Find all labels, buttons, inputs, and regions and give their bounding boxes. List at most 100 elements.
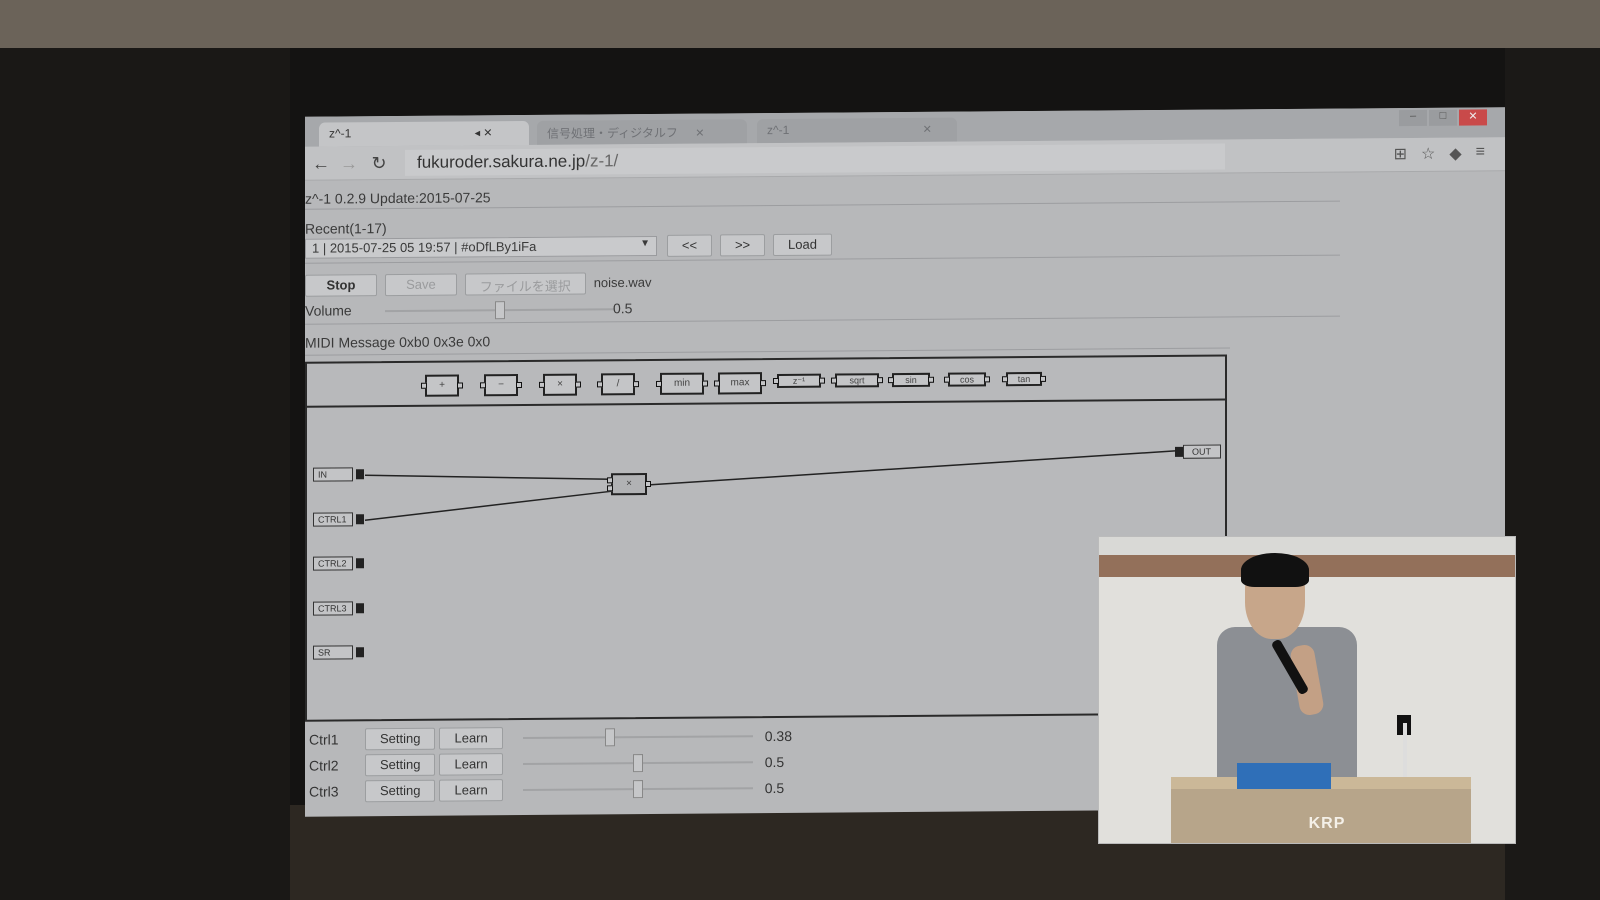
learn-button[interactable]: Learn — [439, 753, 503, 776]
url-host: fukuroder.sakura.ne.jp — [417, 151, 586, 172]
slider-thumb[interactable] — [632, 754, 643, 773]
maximize-icon[interactable]: □ — [1429, 109, 1457, 126]
reload-icon[interactable]: ↻ — [367, 152, 391, 174]
ctrl-value: 0.5 — [764, 779, 785, 797]
ctrl-value: 0.38 — [764, 727, 792, 745]
recent-select[interactable]: 1 | 2015-07-25 05 19:57 | #oDfLBy1iFa ▼ — [305, 235, 657, 259]
ctrl-slider[interactable] — [522, 780, 753, 799]
slider-thumb[interactable] — [632, 780, 643, 799]
wire-in-to-mul — [364, 474, 612, 481]
close-icon[interactable]: ◂ ✕ — [475, 127, 493, 139]
file-name: noise.wav — [593, 274, 652, 291]
address-bar[interactable]: fukuroder.sakura.ne.jp/z-1/ — [405, 143, 1225, 176]
file-row: Stop Save ファイルを選択 noise.wav — [305, 272, 652, 297]
tab-z-1[interactable]: z^-1 ◂ ✕ — [319, 120, 529, 147]
tab-title: z^-1 — [767, 122, 790, 138]
control-rows: Ctrl1 Setting Learn 0.38 Ctrl2 Setting Learn 0.… — [305, 179, 1505, 803]
node-input-port[interactable] — [607, 477, 613, 484]
tab-z-1-second[interactable]: z^-1 ✕ — [757, 117, 957, 144]
ctrl-row-2: Ctrl2 Setting Learn 0.5 — [309, 751, 805, 777]
out-port[interactable] — [1175, 446, 1183, 457]
url-path: /z-1/ — [585, 151, 619, 171]
input-terminal-label: CTRL2 — [318, 558, 347, 569]
version-line: z^-1 0.2.9 Update:2015-07-25 — [305, 189, 491, 207]
setting-button[interactable]: Setting — [365, 753, 436, 777]
input-terminal-ctrl2[interactable]: CTRL2 — [313, 556, 364, 571]
ctrl-slider[interactable] — [522, 754, 753, 773]
volume-label: Volume — [305, 302, 352, 319]
load-button[interactable]: Load — [773, 233, 832, 257]
room-left-wall — [0, 48, 290, 900]
save-button[interactable]: Save — [384, 273, 457, 297]
node-input-port[interactable] — [607, 485, 613, 492]
ctrl-value: 0.5 — [764, 753, 785, 771]
patch-editor[interactable]: + − × / min max z⁻¹ sqrt sin cos tan IN CTRL1 CTRL2 C… — [305, 354, 1227, 722]
input-port[interactable] — [356, 514, 364, 525]
ctrl-label: Ctrl2 — [309, 757, 339, 774]
speaker-video-overlay: KRP — [1098, 536, 1516, 844]
wire-ctrl1-to-mul — [364, 490, 612, 521]
slider-thumb[interactable] — [605, 728, 616, 747]
forward-icon[interactable]: → — [337, 152, 361, 174]
input-port[interactable] — [356, 647, 364, 658]
speaker-hair — [1241, 553, 1309, 587]
room-ceiling — [0, 0, 1600, 48]
volume-row: Volume 0.5 — [305, 300, 645, 320]
input-terminal-ctrl3[interactable]: CTRL3 — [313, 601, 364, 616]
node-label: × — [626, 478, 632, 490]
close-icon[interactable]: ✕ — [923, 124, 932, 136]
toolbar-icons: ⊞ ☆ ◆ ≡ — [1394, 143, 1485, 164]
tab-signal-processing[interactable]: 信号処理・ディジタルフ ✕ — [537, 119, 747, 145]
midi-message: MIDI Message 0xb0 0x3e 0x0 — [305, 333, 491, 351]
input-terminal-label: SR — [318, 647, 331, 658]
input-terminal-label: IN — [318, 469, 327, 480]
laptop-icon — [1237, 763, 1331, 791]
tab-title: z^-1 — [329, 126, 352, 141]
input-terminal-label: CTRL3 — [318, 603, 347, 614]
out-label: OUT — [1192, 446, 1211, 457]
prev-button[interactable]: << — [666, 234, 713, 257]
multiply-node[interactable]: × — [607, 473, 651, 496]
next-button[interactable]: >> — [719, 234, 766, 257]
stop-button[interactable]: Stop — [305, 274, 377, 297]
input-terminal-ctrl1[interactable]: CTRL1 — [313, 512, 364, 527]
translate-icon[interactable]: ⊞ — [1394, 144, 1407, 164]
node-output-port[interactable] — [645, 480, 651, 488]
choose-file-button[interactable]: ファイルを選択 — [464, 272, 586, 296]
input-terminal-in[interactable]: IN — [313, 467, 364, 482]
recent-row: 1 | 2015-07-25 05 19:57 | #oDfLBy1iFa ▼ … — [305, 233, 836, 260]
out-terminal[interactable]: OUT — [1175, 444, 1221, 459]
input-terminal-sr[interactable]: SR — [313, 645, 364, 660]
wire-mul-to-out — [646, 450, 1176, 486]
slider-track — [522, 735, 753, 740]
ctrl-row-1: Ctrl1 Setting Learn 0.38 — [309, 725, 805, 751]
close-window-icon[interactable]: ✕ — [1459, 109, 1487, 126]
input-port[interactable] — [356, 603, 364, 614]
input-port[interactable] — [356, 558, 364, 569]
patch-wires — [364, 450, 1176, 521]
ctrl-label: Ctrl1 — [309, 731, 339, 748]
recent-label: Recent(1-17) — [305, 220, 387, 237]
setting-button[interactable]: Setting — [365, 727, 436, 751]
room-right-wall — [1505, 48, 1600, 900]
setting-button[interactable]: Setting — [365, 779, 436, 803]
learn-button[interactable]: Learn — [439, 779, 503, 802]
ctrl-row-3: Ctrl3 Setting Learn 0.5 — [309, 777, 805, 803]
podium-logo: KRP — [1308, 815, 1346, 832]
extension-icon[interactable]: ◆ — [1449, 144, 1461, 164]
back-icon[interactable]: ← — [309, 152, 333, 174]
chevron-down-icon: ▼ — [640, 238, 650, 250]
input-port[interactable] — [356, 469, 364, 480]
recent-selected-value: 1 | 2015-07-25 05 19:57 | #oDfLBy1iFa — [312, 238, 537, 256]
tab-title: 信号処理・ディジタルフ — [547, 125, 678, 141]
volume-value: 0.5 — [613, 300, 633, 317]
slider-thumb[interactable] — [494, 301, 505, 320]
volume-slider[interactable] — [384, 301, 615, 320]
close-icon[interactable]: ✕ — [695, 128, 704, 140]
ctrl-slider[interactable] — [522, 728, 753, 747]
menu-icon[interactable]: ≡ — [1476, 143, 1485, 163]
ctrl-label: Ctrl3 — [309, 783, 339, 800]
star-icon[interactable]: ☆ — [1421, 144, 1435, 164]
learn-button[interactable]: Learn — [439, 727, 503, 750]
minimize-icon[interactable]: – — [1399, 109, 1427, 127]
